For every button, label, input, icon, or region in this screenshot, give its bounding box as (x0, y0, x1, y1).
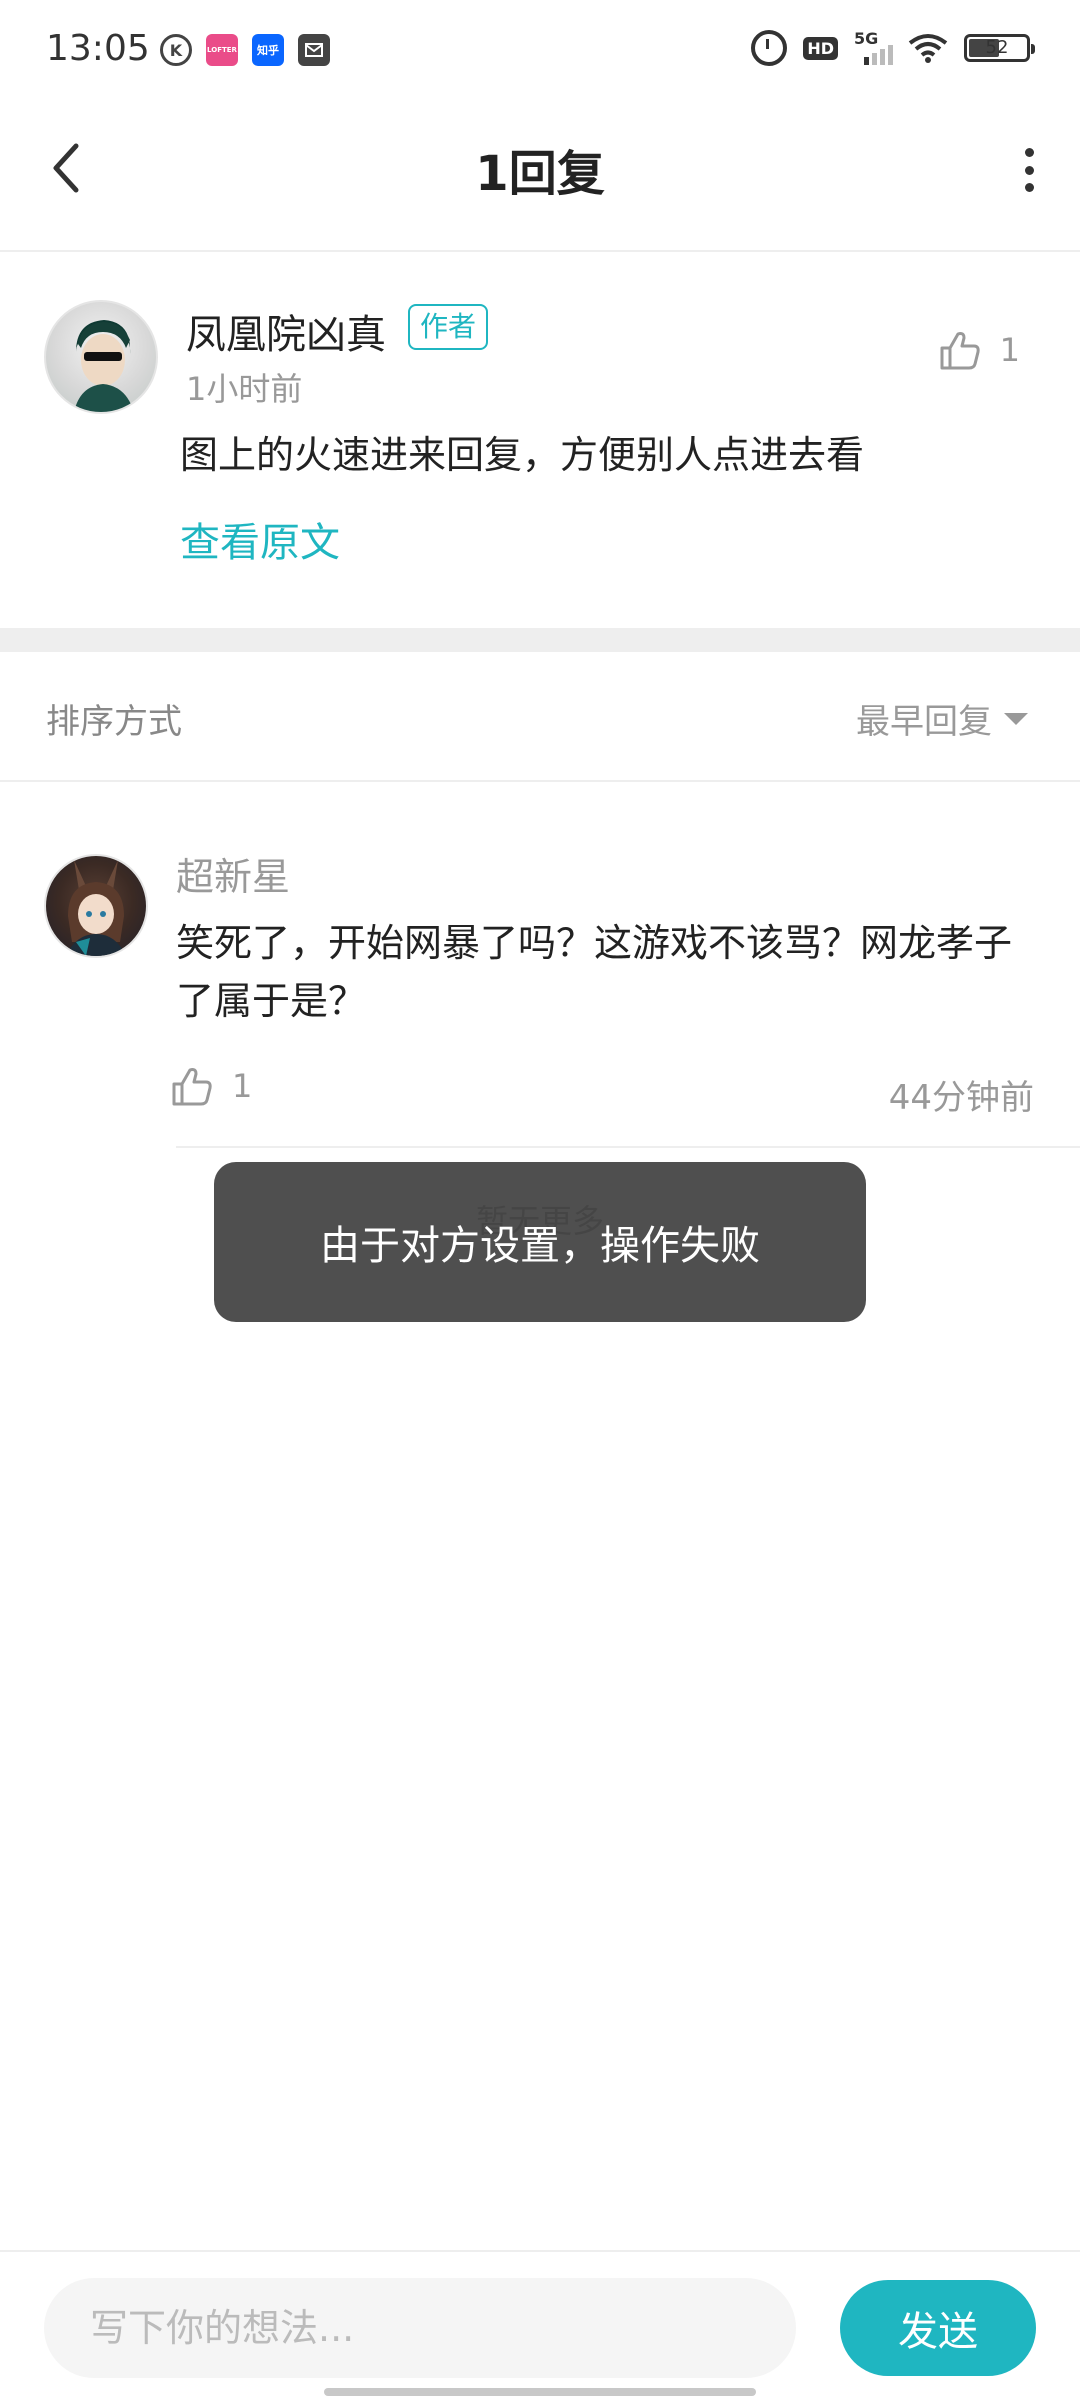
toast-message: 由于对方设置，操作失败 (214, 1162, 866, 1322)
zhihu-label: 知乎 (257, 44, 279, 57)
more-vertical-icon-dot (1024, 148, 1034, 157)
author-badge: 作者 (408, 304, 489, 350)
send-button[interactable]: 发送 (840, 2280, 1036, 2376)
author-name[interactable]: 凤凰院凶真 (186, 302, 386, 360)
lofter-label: LOFTER (207, 46, 237, 54)
reply-avatar[interactable] (44, 854, 148, 958)
status-time: 13:05 (46, 28, 150, 69)
home-indicator[interactable] (324, 2388, 756, 2396)
comment-text: 图上的火速进来回复，方便别人点进去看 (180, 433, 865, 477)
reply-time: 44分钟前 (888, 1078, 1034, 1118)
status-bar: 13:05 K LOFTER 知乎 HD 5G 52 (0, 0, 1080, 100)
like-button[interactable]: 1 (938, 328, 1020, 372)
lofter-icon: LOFTER (206, 34, 238, 66)
k-icon: K (160, 34, 192, 66)
thumbs-up-icon (172, 1068, 212, 1106)
reply-divider (176, 1146, 1080, 1148)
view-original-link[interactable]: 查看原文 (180, 510, 340, 568)
status-right: HD 5G 52 (751, 29, 1035, 66)
message-icon (298, 34, 330, 66)
reply-text: 笑死了，开始网暴了吗？这游戏不该骂？网龙孝子了属于是？ (176, 921, 1013, 1023)
thumbs-up-icon (940, 332, 980, 370)
wifi-icon (908, 33, 948, 63)
author-avatar[interactable] (44, 300, 158, 414)
page-title: 1回复 (475, 146, 605, 202)
sort-label: 排序方式 (46, 702, 182, 742)
top-nav-bar: 1回复 (0, 100, 1080, 252)
battery-level: 52 (985, 37, 1009, 58)
original-comment: 凤凰院凶真 作者 1小时前 1 图上的火速进来回复，方便别人点进去看 查看原文 (0, 252, 1080, 628)
reply-item: 超新星 笑死了，开始网暴了吗？这游戏不该骂？网龙孝子了属于是？ 1 44分钟前 (0, 782, 1080, 1148)
hd-icon: HD (803, 36, 838, 60)
comment-input[interactable] (44, 2278, 796, 2378)
signal-5g-icon: 5G (854, 29, 893, 65)
notification-icons: K LOFTER 知乎 (160, 34, 330, 66)
like-count: 1 (999, 331, 1020, 369)
sort-selected: 最早回复 (856, 702, 992, 742)
reply-like-count: 1 (232, 1067, 253, 1105)
comment-time: 1小时前 (186, 370, 303, 408)
section-divider (0, 628, 1080, 652)
battery-icon: 52 (964, 34, 1035, 62)
more-vertical-icon-dot (1024, 183, 1034, 192)
sort-dropdown[interactable]: 最早回复 (856, 694, 1028, 743)
alarm-icon (751, 30, 788, 66)
reply-like-button[interactable]: 1 (170, 1064, 252, 1108)
zhihu-icon: 知乎 (252, 34, 284, 66)
sort-row: 排序方式 最早回复 (0, 652, 1080, 782)
more-options-button[interactable] (1014, 140, 1044, 200)
comment-input-bar: 发送 (0, 2250, 1080, 2400)
more-vertical-icon-dot (1024, 165, 1034, 175)
reply-author[interactable]: 超新星 (176, 846, 290, 901)
toast-text: 由于对方设置，操作失败 (320, 1223, 760, 1269)
caret-down-icon (1004, 712, 1028, 725)
reply-detail-screen: 13:05 K LOFTER 知乎 HD 5G 52 1回复 凤凰院凶真 作者 … (0, 0, 1080, 2400)
